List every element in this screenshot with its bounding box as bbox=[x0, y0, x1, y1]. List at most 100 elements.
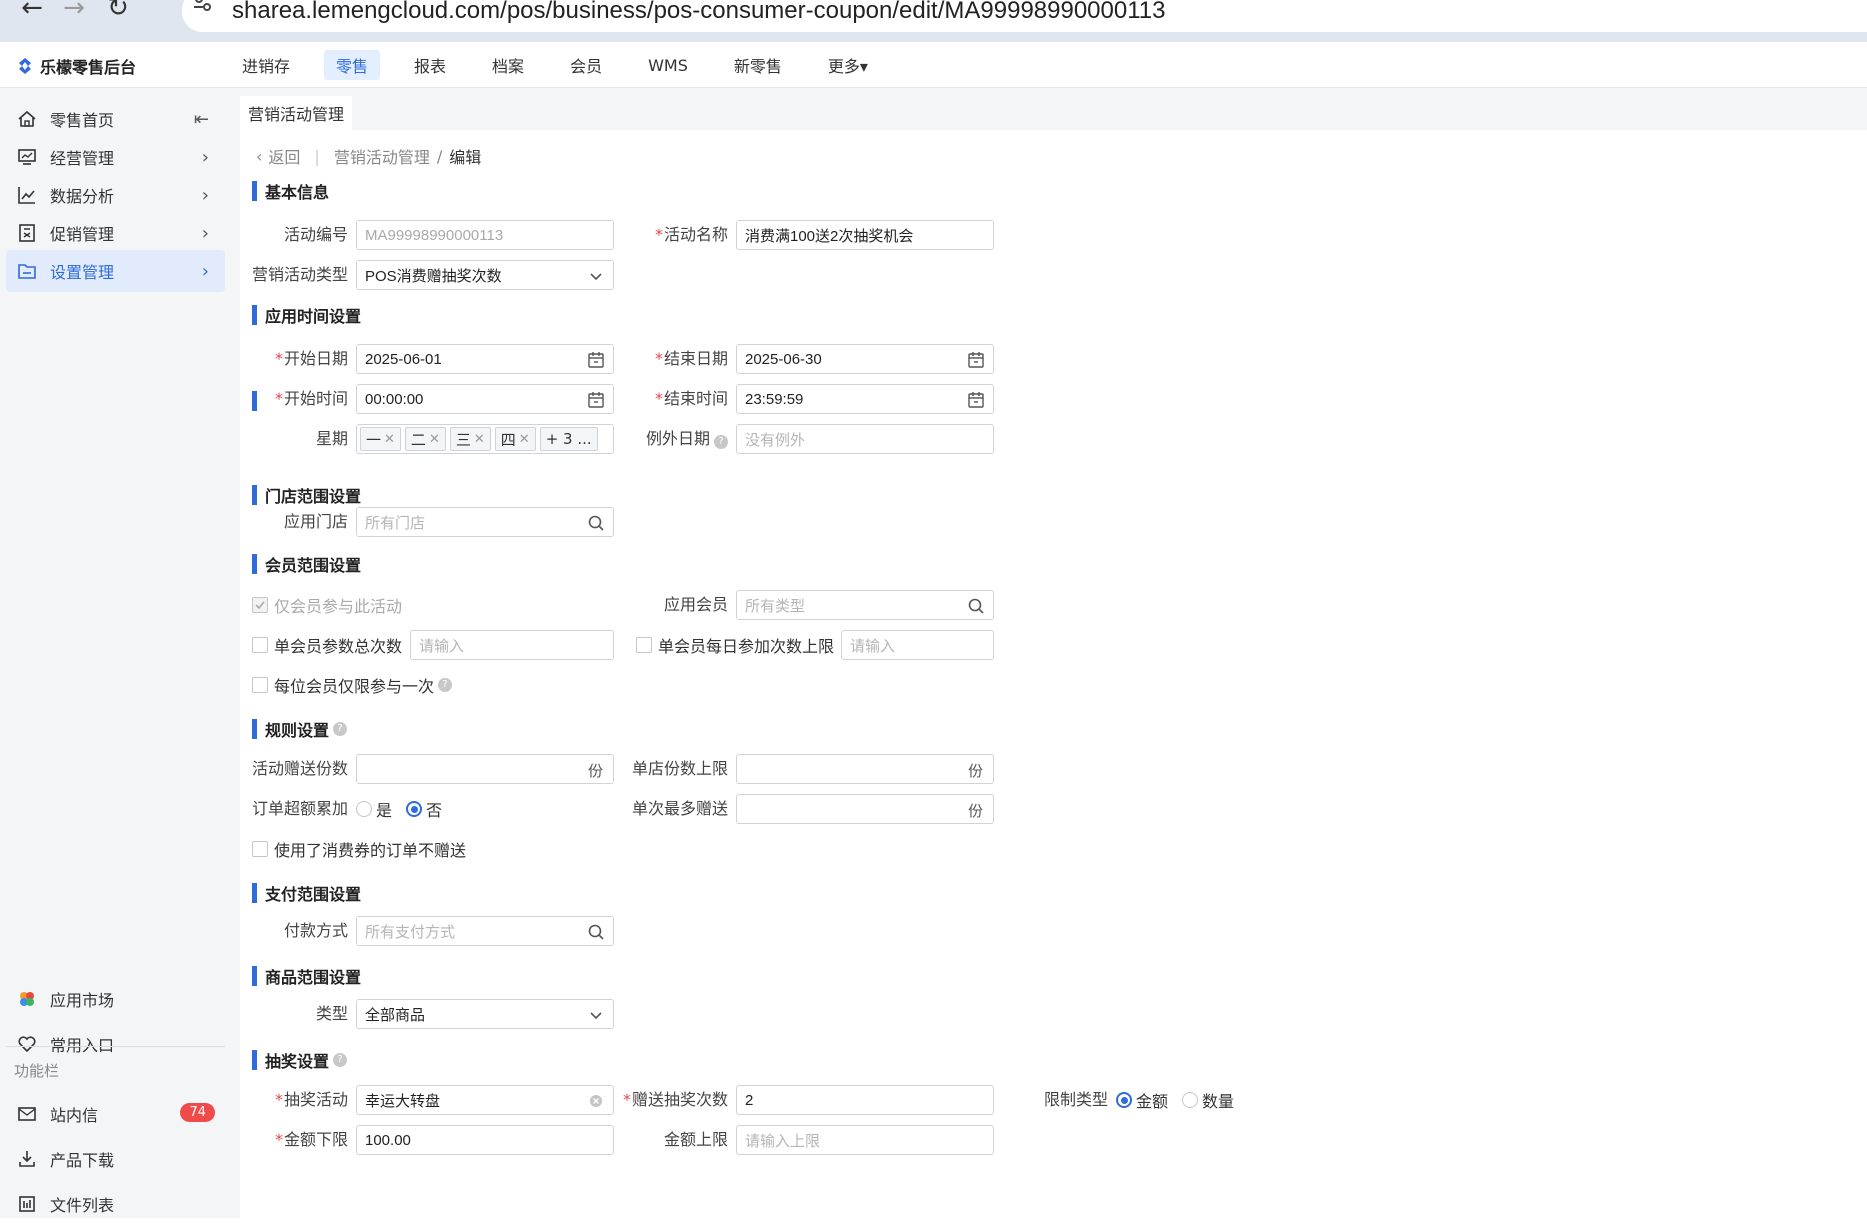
app-title: 乐檬零售后台 bbox=[40, 58, 137, 77]
clear-icon[interactable] bbox=[587, 1092, 605, 1110]
search-icon[interactable] bbox=[967, 597, 985, 615]
checkbox-box bbox=[252, 637, 268, 653]
payment-method-search-input[interactable]: 所有支付方式 bbox=[356, 916, 614, 946]
start-time-picker[interactable]: 00:00:00 bbox=[356, 384, 614, 414]
start-date-picker[interactable]: 2025-06-01 bbox=[356, 344, 614, 374]
overflow-no-radio[interactable]: 否 bbox=[406, 797, 442, 821]
member-total-input[interactable]: 请输入 bbox=[410, 630, 614, 660]
section-basic-info: 基本信息 bbox=[252, 179, 329, 203]
menu-item-members[interactable]: 会员 bbox=[558, 50, 614, 80]
search-icon[interactable] bbox=[587, 514, 605, 532]
activity-name-input[interactable]: 消费满100送2次抽奖机会 bbox=[736, 220, 994, 250]
sidebar-item-shortcuts[interactable]: 常用入口 bbox=[6, 1023, 225, 1065]
gift-count-input[interactable]: 份 bbox=[356, 754, 614, 784]
radio-label: 否 bbox=[426, 801, 443, 820]
amount-max-input[interactable]: 请输入上限 bbox=[736, 1125, 994, 1155]
tag-close-icon[interactable]: ✕ bbox=[384, 432, 395, 447]
help-icon[interactable]: ? bbox=[714, 435, 728, 449]
collapse-sidebar-icon[interactable]: ⇤ bbox=[194, 109, 209, 130]
overflow-radio-group: 是 否 bbox=[356, 794, 456, 824]
menu-item-wms[interactable]: WMS bbox=[636, 50, 700, 80]
label-text: 开始时间 bbox=[283, 389, 348, 408]
help-icon[interactable]: ? bbox=[333, 722, 348, 736]
max-each-input[interactable]: 份 bbox=[736, 794, 994, 824]
time-value: 23:59:59 bbox=[745, 390, 804, 408]
end-date-picker[interactable]: 2025-06-30 bbox=[736, 344, 994, 374]
sidebar-item-label: 产品下载 bbox=[50, 1151, 115, 1170]
member-only-checkbox[interactable]: 仅会员参与此活动 bbox=[252, 590, 402, 620]
member-daily-checkbox[interactable]: 单会员每日参加次数上限 bbox=[636, 630, 834, 660]
limit-amount-radio[interactable]: 金额 bbox=[1116, 1088, 1168, 1112]
mail-icon bbox=[16, 1103, 38, 1125]
tag-close-icon[interactable]: ✕ bbox=[474, 432, 485, 447]
member-type-search-input[interactable]: 所有类型 bbox=[736, 590, 994, 620]
member-once-checkbox[interactable]: 每位会员仅限参与一次? bbox=[252, 670, 453, 700]
label-text: 付款方式 bbox=[283, 921, 348, 940]
sidebar-item-messages[interactable]: 站内信 74 bbox=[6, 1093, 225, 1135]
back-link[interactable]: ‹ 返回 bbox=[256, 144, 300, 168]
breadcrumb-divider: | bbox=[314, 146, 320, 166]
help-icon[interactable]: ? bbox=[438, 678, 453, 692]
sidebar-item-promotion[interactable]: 促销管理 › bbox=[6, 212, 225, 254]
sidebar-item-downloads[interactable]: 产品下载 bbox=[6, 1138, 225, 1180]
help-icon[interactable]: ? bbox=[333, 1053, 348, 1067]
member-daily-input[interactable]: 请输入 bbox=[841, 630, 994, 660]
menu-item-reports[interactable]: 报表 bbox=[402, 50, 458, 80]
promotion-icon bbox=[16, 222, 38, 244]
sidebar-item-file-list[interactable]: 文件列表 bbox=[6, 1183, 225, 1225]
menu-item-retail[interactable]: 零售 bbox=[324, 50, 381, 80]
chevron-left-icon: ‹ bbox=[256, 146, 263, 166]
activity-type-label: 营销活动类型 bbox=[240, 260, 348, 290]
amount-min-input[interactable]: 100.00 bbox=[356, 1125, 614, 1155]
tag-close-icon[interactable]: ✕ bbox=[519, 432, 530, 447]
overflow-yes-radio[interactable]: 是 bbox=[356, 797, 392, 821]
sidebar-caption: 功能栏 bbox=[14, 1062, 60, 1080]
end-time-picker[interactable]: 23:59:59 bbox=[736, 384, 994, 414]
forward-arrow-icon[interactable]: → bbox=[54, 0, 94, 28]
sidebar-item-retail-home[interactable]: 零售首页 ⇤ bbox=[6, 98, 225, 140]
member-total-checkbox[interactable]: 单会员参数总次数 bbox=[252, 630, 402, 660]
search-icon[interactable] bbox=[587, 923, 605, 941]
label-text: 开始日期 bbox=[283, 349, 348, 368]
tag-close-icon[interactable]: ✕ bbox=[429, 432, 440, 447]
app-logo[interactable]: 乐檬零售后台 bbox=[16, 54, 136, 78]
radio-label: 金额 bbox=[1136, 1092, 1169, 1111]
amount-min-label: *金额下限 bbox=[274, 1130, 348, 1149]
store-limit-input[interactable]: 份 bbox=[736, 754, 994, 784]
limit-type-radio-group: 金额 数量 bbox=[1116, 1085, 1248, 1115]
sidebar-item-data-analysis[interactable]: 数据分析 › bbox=[6, 174, 225, 216]
coupon-used-checkbox[interactable]: 使用了消费券的订单不赠送 bbox=[252, 834, 466, 864]
lottery-times-input[interactable]: 2 bbox=[736, 1085, 994, 1115]
menu-item-more[interactable]: 更多▾ bbox=[816, 50, 880, 80]
goods-type-select[interactable]: 全部商品 bbox=[356, 999, 614, 1029]
activity-type-select[interactable]: POS消费赠抽奖次数 bbox=[356, 260, 614, 290]
lottery-activity-select[interactable]: 幸运大转盘 bbox=[356, 1085, 614, 1115]
weekday-tag: 一 ✕ bbox=[360, 427, 401, 451]
breadcrumb-parent[interactable]: 营销活动管理 bbox=[334, 144, 430, 168]
weekday-tag: 二 ✕ bbox=[404, 427, 446, 451]
menu-item-archives[interactable]: 档案 bbox=[480, 50, 536, 80]
exception-date-input[interactable]: 没有例外 bbox=[736, 424, 994, 454]
menu-item-new-retail[interactable]: 新零售 bbox=[722, 50, 794, 80]
sidebar-item-settings[interactable]: 设置管理 › bbox=[6, 250, 225, 292]
label-text: 结束日期 bbox=[663, 349, 728, 368]
goods-type-label: 类型 bbox=[240, 999, 348, 1029]
app-header: 乐檬零售后台 进销存 零售 报表 档案 会员 WMS 新零售 更多▾ bbox=[0, 42, 1867, 88]
menu-item-inventory[interactable]: 进销存 bbox=[230, 50, 302, 80]
site-info-icon[interactable] bbox=[192, 0, 214, 14]
activity-code-label: 活动编号 bbox=[240, 220, 348, 250]
tab-marketing-activity[interactable]: 营销活动管理 bbox=[240, 96, 353, 130]
back-label: 返回 bbox=[268, 148, 301, 167]
store-search-input[interactable]: 所有门店 bbox=[356, 507, 614, 537]
weekday-more-tag[interactable]: + 3 ... bbox=[539, 427, 598, 451]
address-bar[interactable]: sharea.lemengcloud.com/pos/business/pos-… bbox=[182, 0, 1867, 32]
radio-dot bbox=[1182, 1092, 1199, 1108]
download-icon bbox=[16, 1148, 38, 1170]
sidebar-item-app-market[interactable]: 应用市场 bbox=[6, 978, 225, 1020]
limit-quantity-radio[interactable]: 数量 bbox=[1182, 1088, 1234, 1112]
sidebar-item-operations[interactable]: 经营管理 › bbox=[6, 136, 225, 178]
weekday-select[interactable]: 一 ✕ 二 ✕ 三 ✕ 四 ✕ + 3 ... bbox=[356, 424, 614, 454]
reload-icon[interactable]: ↻ bbox=[98, 0, 138, 28]
main-content: 营销活动管理 ‹ 返回 | 营销活动管理 / 编辑 基本信息 活动编号 MA999… bbox=[240, 88, 1867, 1218]
back-arrow-icon[interactable]: ← bbox=[12, 0, 52, 28]
